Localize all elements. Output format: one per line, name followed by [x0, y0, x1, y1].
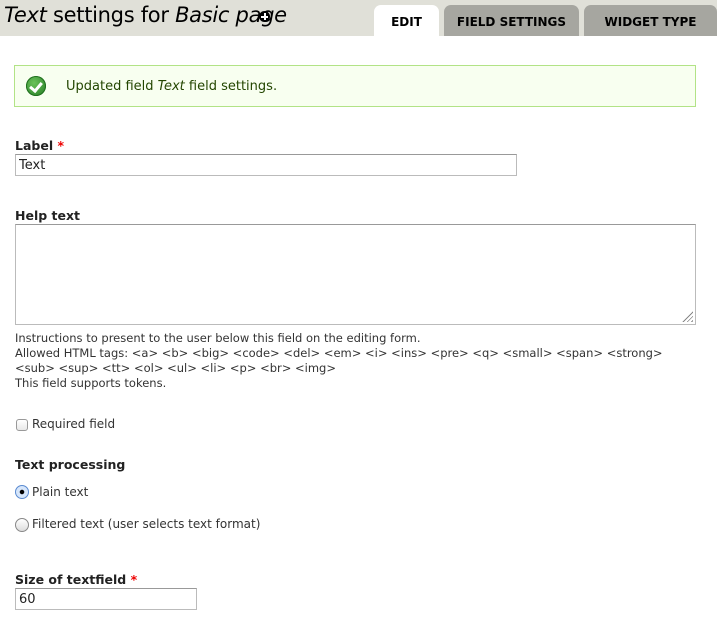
- description-line: <sub> <sup> <tt> <ol> <ul> <li> <p> <br>…: [15, 361, 336, 375]
- tab-edit[interactable]: EDIT: [374, 5, 439, 36]
- status-suffix: field settings.: [184, 78, 278, 94]
- label-field-label: Label *: [15, 138, 64, 153]
- filtered-text-label[interactable]: Filtered text (user selects text format): [32, 517, 260, 531]
- radio-filtered-text[interactable]: [15, 518, 29, 532]
- size-of-textfield-input[interactable]: [15, 588, 197, 610]
- label-input[interactable]: [15, 154, 517, 176]
- tab-field-settings[interactable]: FIELD SETTINGS: [444, 5, 579, 36]
- radio-plain-text[interactable]: [15, 485, 29, 499]
- status-message: Updated field Text field settings.: [14, 65, 696, 107]
- help-text-label: Help text: [15, 208, 81, 223]
- page-title: Text settings for Basic page: [4, 3, 287, 27]
- size-of-textfield-label: Size of textfield *: [15, 572, 137, 587]
- title-field-name: Text: [4, 3, 47, 27]
- plain-text-label[interactable]: Plain text: [32, 485, 88, 499]
- size-label-text: Size of textfield: [15, 572, 127, 587]
- help-text-textarea[interactable]: [15, 224, 696, 325]
- tab-widget-type[interactable]: WIDGET TYPE: [584, 5, 717, 36]
- required-marker: *: [57, 138, 65, 153]
- required-marker: *: [130, 572, 138, 587]
- status-message-text: Updated field Text field settings.: [66, 79, 277, 94]
- label-text: Label: [15, 138, 54, 153]
- page-header: Text settings for Basic page EDIT FIELD …: [0, 0, 717, 36]
- status-field-name: Text: [157, 78, 185, 94]
- description-line: Allowed HTML tags: <a> <b> <big> <code> …: [15, 346, 663, 360]
- primary-tabs: EDIT FIELD SETTINGS WIDGET TYPE: [374, 5, 717, 36]
- required-field-checkbox[interactable]: [16, 419, 28, 431]
- status-prefix: Updated field: [66, 78, 158, 94]
- description-line: Instructions to present to the user belo…: [15, 331, 421, 345]
- description-line: This field supports tokens.: [15, 376, 167, 390]
- required-field-label[interactable]: Required field: [32, 417, 115, 431]
- add-shortcut-icon[interactable]: [259, 11, 270, 22]
- title-content-type: Basic page: [175, 3, 287, 27]
- text-processing-label: Text processing: [15, 457, 126, 472]
- check-circle-icon: [26, 76, 46, 96]
- help-text-description: Instructions to present to the user belo…: [15, 331, 663, 391]
- title-connector: settings for: [46, 3, 176, 27]
